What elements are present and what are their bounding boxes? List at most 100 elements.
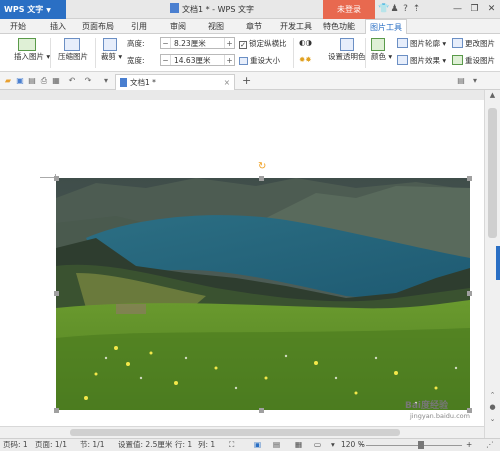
contrast-icon[interactable]: ◐◑ <box>299 38 312 47</box>
reset-picture-button[interactable]: 重设图片 <box>452 55 495 66</box>
picture-icon <box>18 38 36 51</box>
tab-home[interactable]: 开始 <box>10 19 26 34</box>
height-value[interactable]: 8.23厘米 <box>171 38 224 49</box>
tab-references[interactable]: 引用 <box>131 19 147 34</box>
lock-ratio-checkbox[interactable]: ✓ 锁定纵横比 <box>239 38 287 49</box>
tab-features[interactable]: 特色功能 <box>323 19 355 34</box>
tab-review[interactable]: 审阅 <box>170 19 186 34</box>
side-panel-tab[interactable] <box>496 246 500 280</box>
insert-picture-button[interactable]: 插入图片 ▾ <box>14 38 50 62</box>
help-icon[interactable]: ? <box>400 0 411 19</box>
shirt-icon[interactable]: 👕 <box>378 0 389 19</box>
redo-icon[interactable]: ↷ <box>83 76 93 86</box>
width-value[interactable]: 14.63厘米 <box>171 55 224 66</box>
tab-picture-tools[interactable]: 图片工具 <box>365 19 407 35</box>
document-icon <box>170 3 179 13</box>
scroll-thumb[interactable] <box>70 429 400 436</box>
minimize-button[interactable]: — <box>449 0 466 19</box>
transparent-icon <box>340 38 354 51</box>
app-name: WPS 文字 <box>4 5 44 14</box>
width-stepper[interactable]: −14.63厘米 + <box>160 54 235 66</box>
pdf-icon[interactable]: ▤ <box>27 76 37 86</box>
tab-chapter[interactable]: 章节 <box>246 19 262 34</box>
bell-icon[interactable]: ♟ <box>389 0 400 19</box>
change-picture-label: 更改图片 <box>465 39 495 48</box>
save-icon[interactable]: ▣ <box>15 76 25 86</box>
resize-handle[interactable] <box>54 291 59 296</box>
color-button[interactable]: 颜色 ▾ <box>371 38 392 62</box>
tab-list-icon[interactable]: ▤ <box>456 76 466 86</box>
open-folder-icon[interactable]: ▰ <box>3 76 13 86</box>
picture-outline-button[interactable]: 图片轮廓 ▾ <box>397 38 446 49</box>
tab-view[interactable]: 视图 <box>208 19 224 34</box>
app-menu-button[interactable]: WPS 文字 ▼ <box>0 0 66 19</box>
ribbon-divider <box>293 38 294 68</box>
chevron-down-icon[interactable]: ▾ <box>101 76 111 86</box>
zoom-in-icon[interactable]: + <box>466 439 472 451</box>
plus-icon[interactable]: + <box>224 55 234 65</box>
chevron-down-icon: ▾ <box>440 56 447 65</box>
minus-icon[interactable]: − <box>161 55 171 65</box>
next-page-icon[interactable]: ⌄ <box>485 414 500 424</box>
inserted-picture[interactable] <box>56 178 470 410</box>
crop-button[interactable]: 裁剪 ▾ <box>101 38 122 62</box>
page-view-icon[interactable]: ▣ <box>254 439 261 451</box>
tab-developer[interactable]: 开发工具 <box>280 19 312 34</box>
tab-page-layout[interactable]: 页面布局 <box>82 19 114 34</box>
document-tab[interactable]: 文档1 * × <box>115 74 235 90</box>
resize-handle[interactable] <box>259 176 264 181</box>
web-view-icon[interactable]: ▭ <box>314 439 321 451</box>
zoom-dropdown-icon[interactable]: ▾ <box>331 439 335 451</box>
brightness-buttons[interactable]: ✹✸ <box>299 55 312 64</box>
compress-picture-button[interactable]: 压缩图片 <box>58 38 88 62</box>
resize-handle[interactable] <box>54 408 59 413</box>
reset-size-button[interactable]: 重设大小 <box>239 55 280 66</box>
previous-page-icon[interactable]: ⌃ <box>485 390 500 400</box>
plus-icon[interactable]: + <box>224 38 234 48</box>
quick-access-bar: ▰ ▣ ▤ ⎙ ▦ ↶ ↷ ▾ 文档1 * × + ▤ ▾ <box>0 72 500 90</box>
scroll-thumb[interactable] <box>488 108 497 238</box>
chevron-down-icon[interactable]: ▾ <box>470 76 480 86</box>
height-stepper[interactable]: −8.23厘米 + <box>160 37 235 49</box>
read-view-icon[interactable]: ▦ <box>295 439 302 451</box>
tab-insert[interactable]: 插入 <box>50 19 66 34</box>
close-button[interactable]: ✕ <box>483 0 500 19</box>
print-icon[interactable]: ⎙ <box>39 76 49 86</box>
arrow-up-icon[interactable]: ⇡ <box>411 0 422 19</box>
contrast-buttons[interactable]: ◐◑ <box>299 38 312 47</box>
set-transparent-label: 设置透明色 <box>328 52 366 61</box>
zoom-slider-knob[interactable] <box>418 441 424 449</box>
outline-view-icon[interactable]: ▤ <box>273 439 280 451</box>
resize-handle[interactable] <box>467 291 472 296</box>
login-button[interactable]: 未登录 <box>323 0 375 19</box>
resize-grip-icon: ⋰ <box>486 440 494 449</box>
rotate-handle-icon[interactable]: ↻ <box>258 162 268 172</box>
vertical-scrollbar[interactable]: ▲ ⌃ ● ⌄ <box>484 90 500 438</box>
zoom-out-icon[interactable]: − <box>358 439 364 451</box>
resize-handle[interactable] <box>259 408 264 413</box>
scroll-up-icon[interactable]: ▲ <box>485 90 500 100</box>
select-browse-icon[interactable]: ● <box>485 402 500 412</box>
effects-icon <box>397 55 408 65</box>
horizontal-scrollbar[interactable] <box>0 426 484 438</box>
new-tab-button[interactable]: + <box>242 74 251 87</box>
minus-icon[interactable]: − <box>161 38 171 48</box>
set-transparent-button[interactable]: 设置透明色 <box>328 38 366 62</box>
picture-effects-button[interactable]: 图片效果 ▾ <box>397 55 446 66</box>
status-section: 节: 1/1 <box>80 440 105 449</box>
close-icon[interactable]: × <box>224 75 230 90</box>
fullscreen-icon[interactable]: ⛶ <box>229 439 234 451</box>
resize-icon <box>239 57 248 65</box>
reset-picture-label: 重设图片 <box>465 56 495 65</box>
undo-icon[interactable]: ↶ <box>67 76 77 86</box>
lock-ratio-label: 锁定纵横比 <box>249 39 287 48</box>
picture-effects-label: 图片效果 <box>410 56 440 65</box>
color-icon <box>371 38 385 51</box>
zoom-slider[interactable] <box>366 445 462 446</box>
resize-handle[interactable] <box>467 176 472 181</box>
preview-icon[interactable]: ▦ <box>51 76 61 86</box>
restore-button[interactable]: ❐ <box>466 0 483 19</box>
change-picture-button[interactable]: 更改图片 <box>452 38 495 49</box>
resize-handle[interactable] <box>54 176 59 181</box>
brightness-icon[interactable]: ✹✸ <box>299 55 312 64</box>
